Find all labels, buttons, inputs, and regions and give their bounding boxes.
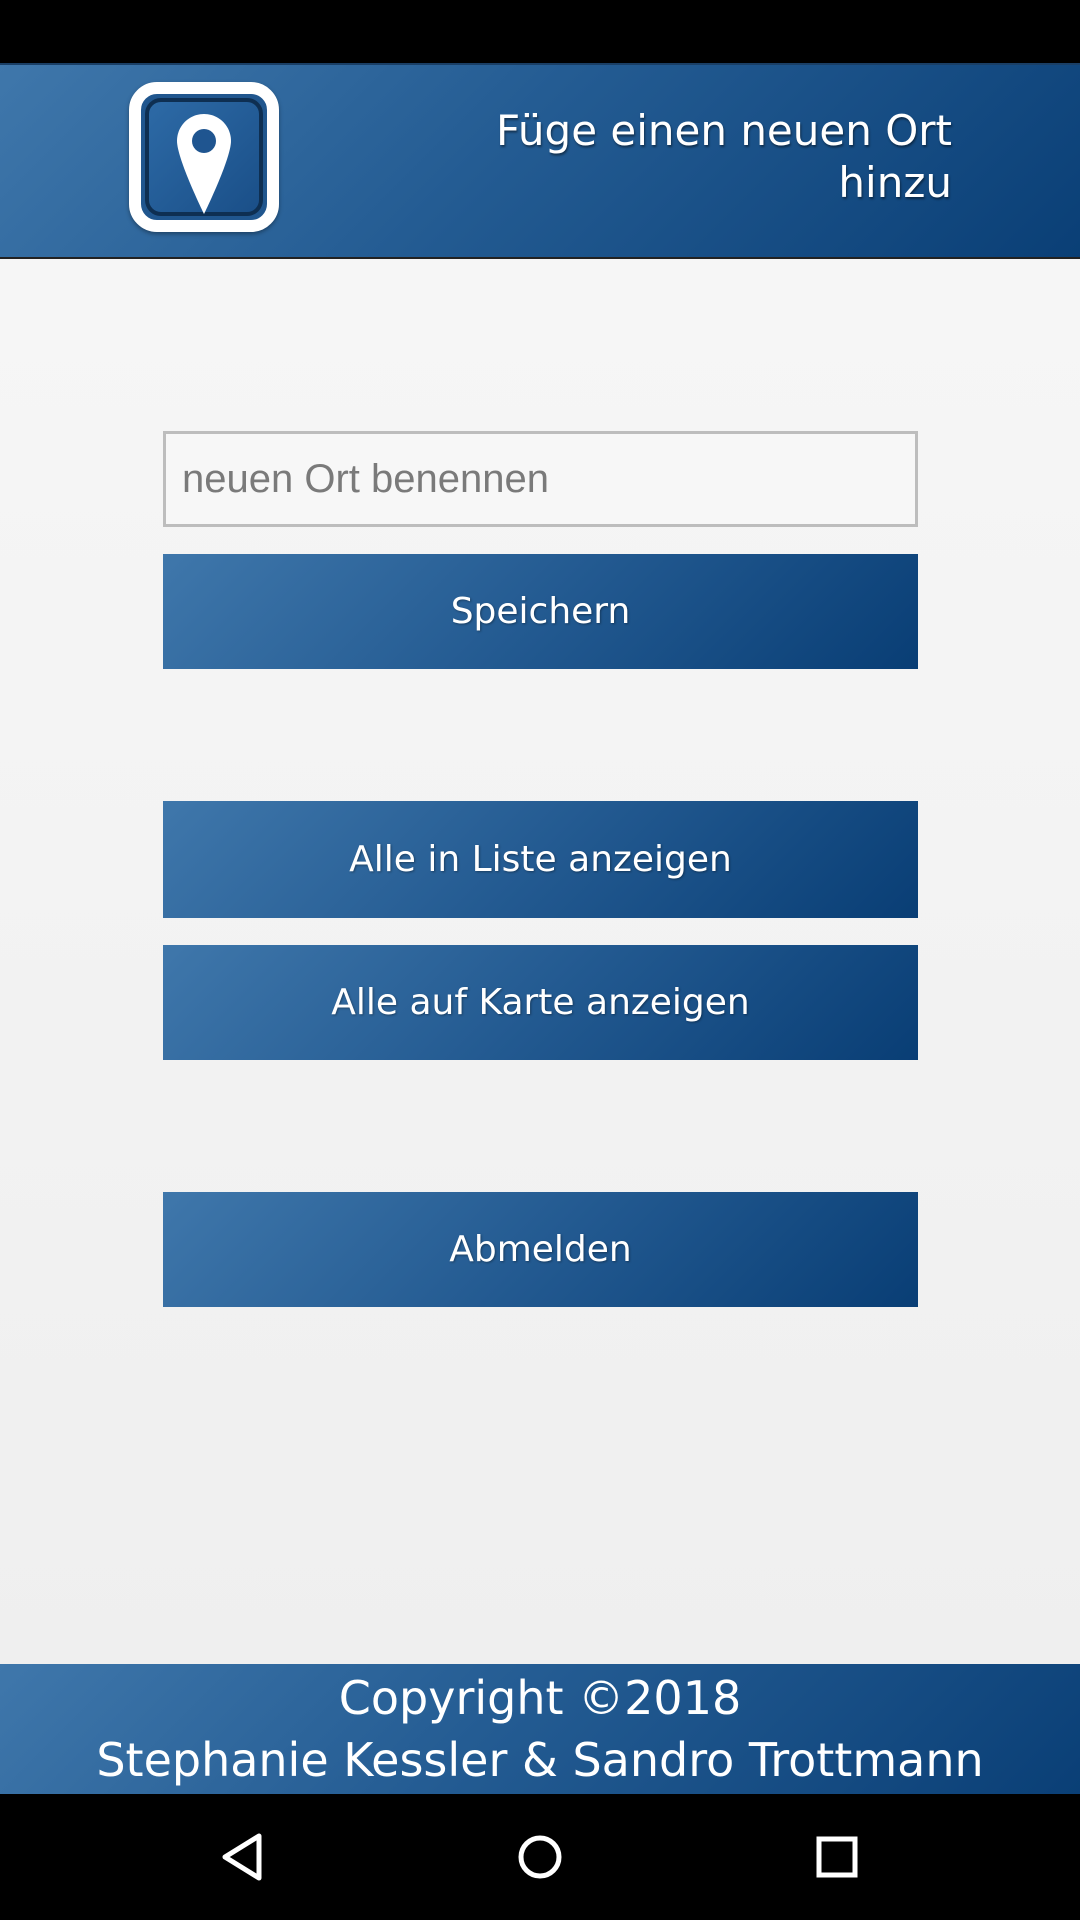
- footer: Copyright ©2018 Stephanie Kessler & Sand…: [0, 1664, 1080, 1794]
- page-title: Füge einen neuen Ort hinzu: [496, 106, 952, 207]
- logout-button[interactable]: Abmelden: [163, 1192, 918, 1307]
- app-header: Füge einen neuen Ort hinzu: [0, 63, 1080, 259]
- show-list-button[interactable]: Alle in Liste anzeigen: [163, 801, 918, 918]
- status-bar: [0, 0, 1080, 63]
- show-map-button[interactable]: Alle auf Karte anzeigen: [163, 945, 918, 1060]
- home-circle-icon: [518, 1835, 562, 1879]
- map-pin-icon: [177, 114, 231, 214]
- copyright-text: Copyright ©2018: [338, 1671, 742, 1725]
- nav-back-button[interactable]: [205, 1821, 277, 1893]
- nav-recent-button[interactable]: [801, 1821, 873, 1893]
- system-nav-bar: [0, 1794, 1080, 1920]
- place-name-input[interactable]: [163, 431, 918, 527]
- app-logo: [129, 82, 279, 232]
- nav-home-button[interactable]: [504, 1821, 576, 1893]
- recent-apps-square-icon: [816, 1836, 858, 1878]
- back-triangle-icon: [222, 1833, 262, 1881]
- save-button[interactable]: Speichern: [163, 554, 918, 669]
- authors-text: Stephanie Kessler & Sandro Trottmann: [96, 1733, 984, 1787]
